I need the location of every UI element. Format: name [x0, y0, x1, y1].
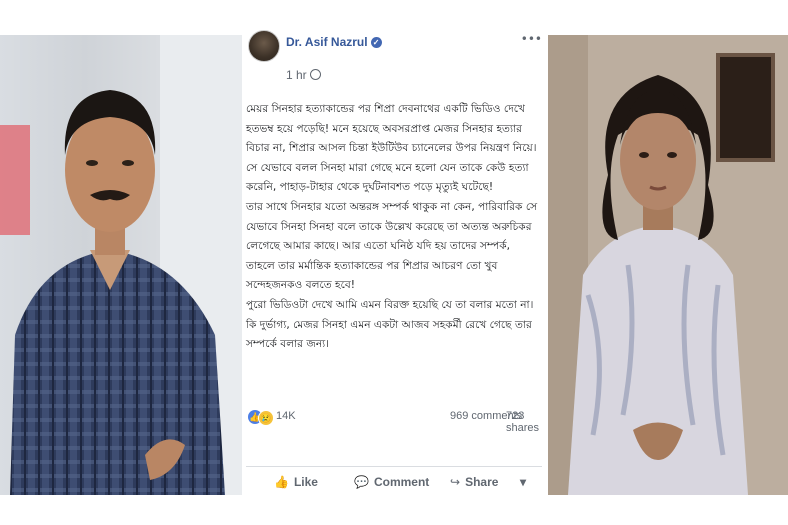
- post-time-line: 1 hr: [286, 68, 321, 82]
- like-icon: 👍: [274, 475, 289, 489]
- verified-icon: ✓: [370, 37, 382, 48]
- post-header: Dr. Asif Nazrul ✓ 1 hr •••: [242, 22, 548, 84]
- reaction-count[interactable]: 14K: [276, 410, 296, 422]
- woman-figure: [548, 35, 788, 495]
- author-name-line: Dr. Asif Nazrul ✓: [286, 35, 382, 49]
- comment-button[interactable]: 💬 Comment: [354, 475, 429, 489]
- comment-label: Comment: [373, 475, 430, 489]
- more-icon[interactable]: •••: [521, 32, 542, 46]
- share-button[interactable]: ↪ Share: [450, 475, 498, 489]
- comment-icon: 💬: [354, 475, 369, 489]
- actions-divider: [246, 466, 542, 467]
- post-time[interactable]: 1 hr: [286, 68, 307, 82]
- post-paragraph: মেয়র সিনহার হত্যাকান্ডের পর শিপ্রা দেবন…: [246, 103, 537, 194]
- shares-count[interactable]: 723 shares: [506, 410, 542, 434]
- sad-reaction-icon[interactable]: 😢: [258, 410, 274, 426]
- reactions-bar: 👍 😢 14K 969 comments 723 shares: [246, 410, 542, 434]
- post-paragraph: তার সাথে সিনহার যতো অন্তরঙ্গ সম্পর্ক থাক…: [246, 200, 538, 292]
- author-name[interactable]: Dr. Asif Nazrul: [286, 35, 368, 49]
- post-actions: 👍 Like 💬 Comment ↪ Share ▾: [246, 475, 542, 497]
- right-photo-woman: [548, 35, 788, 495]
- facebook-post: Dr. Asif Nazrul ✓ 1 hr ••• মেয়র সিনহার হ…: [242, 22, 548, 502]
- like-label: Like: [293, 475, 318, 489]
- author-avatar[interactable]: [248, 30, 280, 62]
- man-figure: [0, 35, 242, 495]
- like-button[interactable]: 👍 Like: [274, 475, 318, 489]
- audience-dropdown-icon[interactable]: ▾: [520, 475, 526, 489]
- share-icon: ↪: [450, 475, 461, 489]
- share-label: Share: [465, 475, 499, 489]
- left-photo-man: [0, 35, 242, 495]
- post-body: মেয়র সিনহার হত্যাকান্ডের পর শিপ্রা দেবন…: [246, 100, 542, 355]
- globe-icon: [309, 69, 321, 80]
- post-paragraph: পুরো ভিডিওটা দেখে আমি এমন বিরক্ত হয়েছি …: [246, 298, 534, 351]
